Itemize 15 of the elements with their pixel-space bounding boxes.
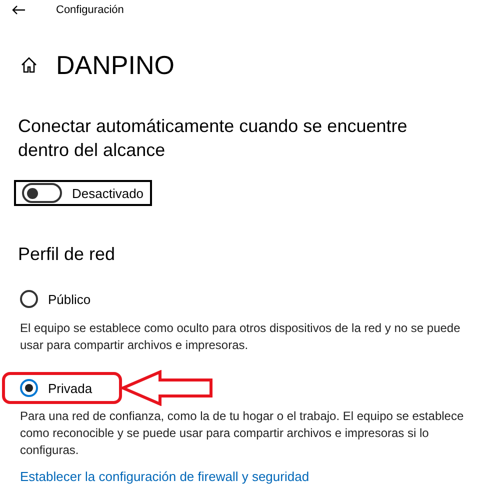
radio-label[interactable]: Privada bbox=[48, 380, 92, 396]
window-title: Configuración bbox=[56, 4, 124, 16]
radio-button[interactable] bbox=[20, 379, 38, 397]
radio-label[interactable]: Público bbox=[48, 292, 91, 306]
home-icon[interactable] bbox=[20, 56, 38, 74]
firewall-link[interactable]: Establecer la configuración de firewall y seguridad bbox=[20, 469, 310, 484]
option-description: Para una red de confianza, como la de tu hogar o el trabajo. El equipo se establece como reconocible y se puede usar para compartir archivos e impresoras si lo configuras. bbox=[20, 408, 465, 459]
radio-option[interactable]: Público bbox=[20, 290, 91, 308]
back-icon[interactable] bbox=[12, 5, 26, 15]
section-heading: Conectar automáticamente cuando se encuentre dentro del alcance bbox=[17, 115, 408, 162]
option-description: El equipo se establece como oculto para otros dispositivos de la red y no se puede usar para compartir archivos e impresoras. bbox=[20, 320, 462, 354]
section-heading: Perfil de red bbox=[17, 243, 116, 266]
page-title: DANPINO bbox=[56, 50, 174, 80]
radio-button[interactable] bbox=[20, 290, 38, 308]
toggle-switch[interactable]: Desactivado bbox=[14, 180, 152, 206]
